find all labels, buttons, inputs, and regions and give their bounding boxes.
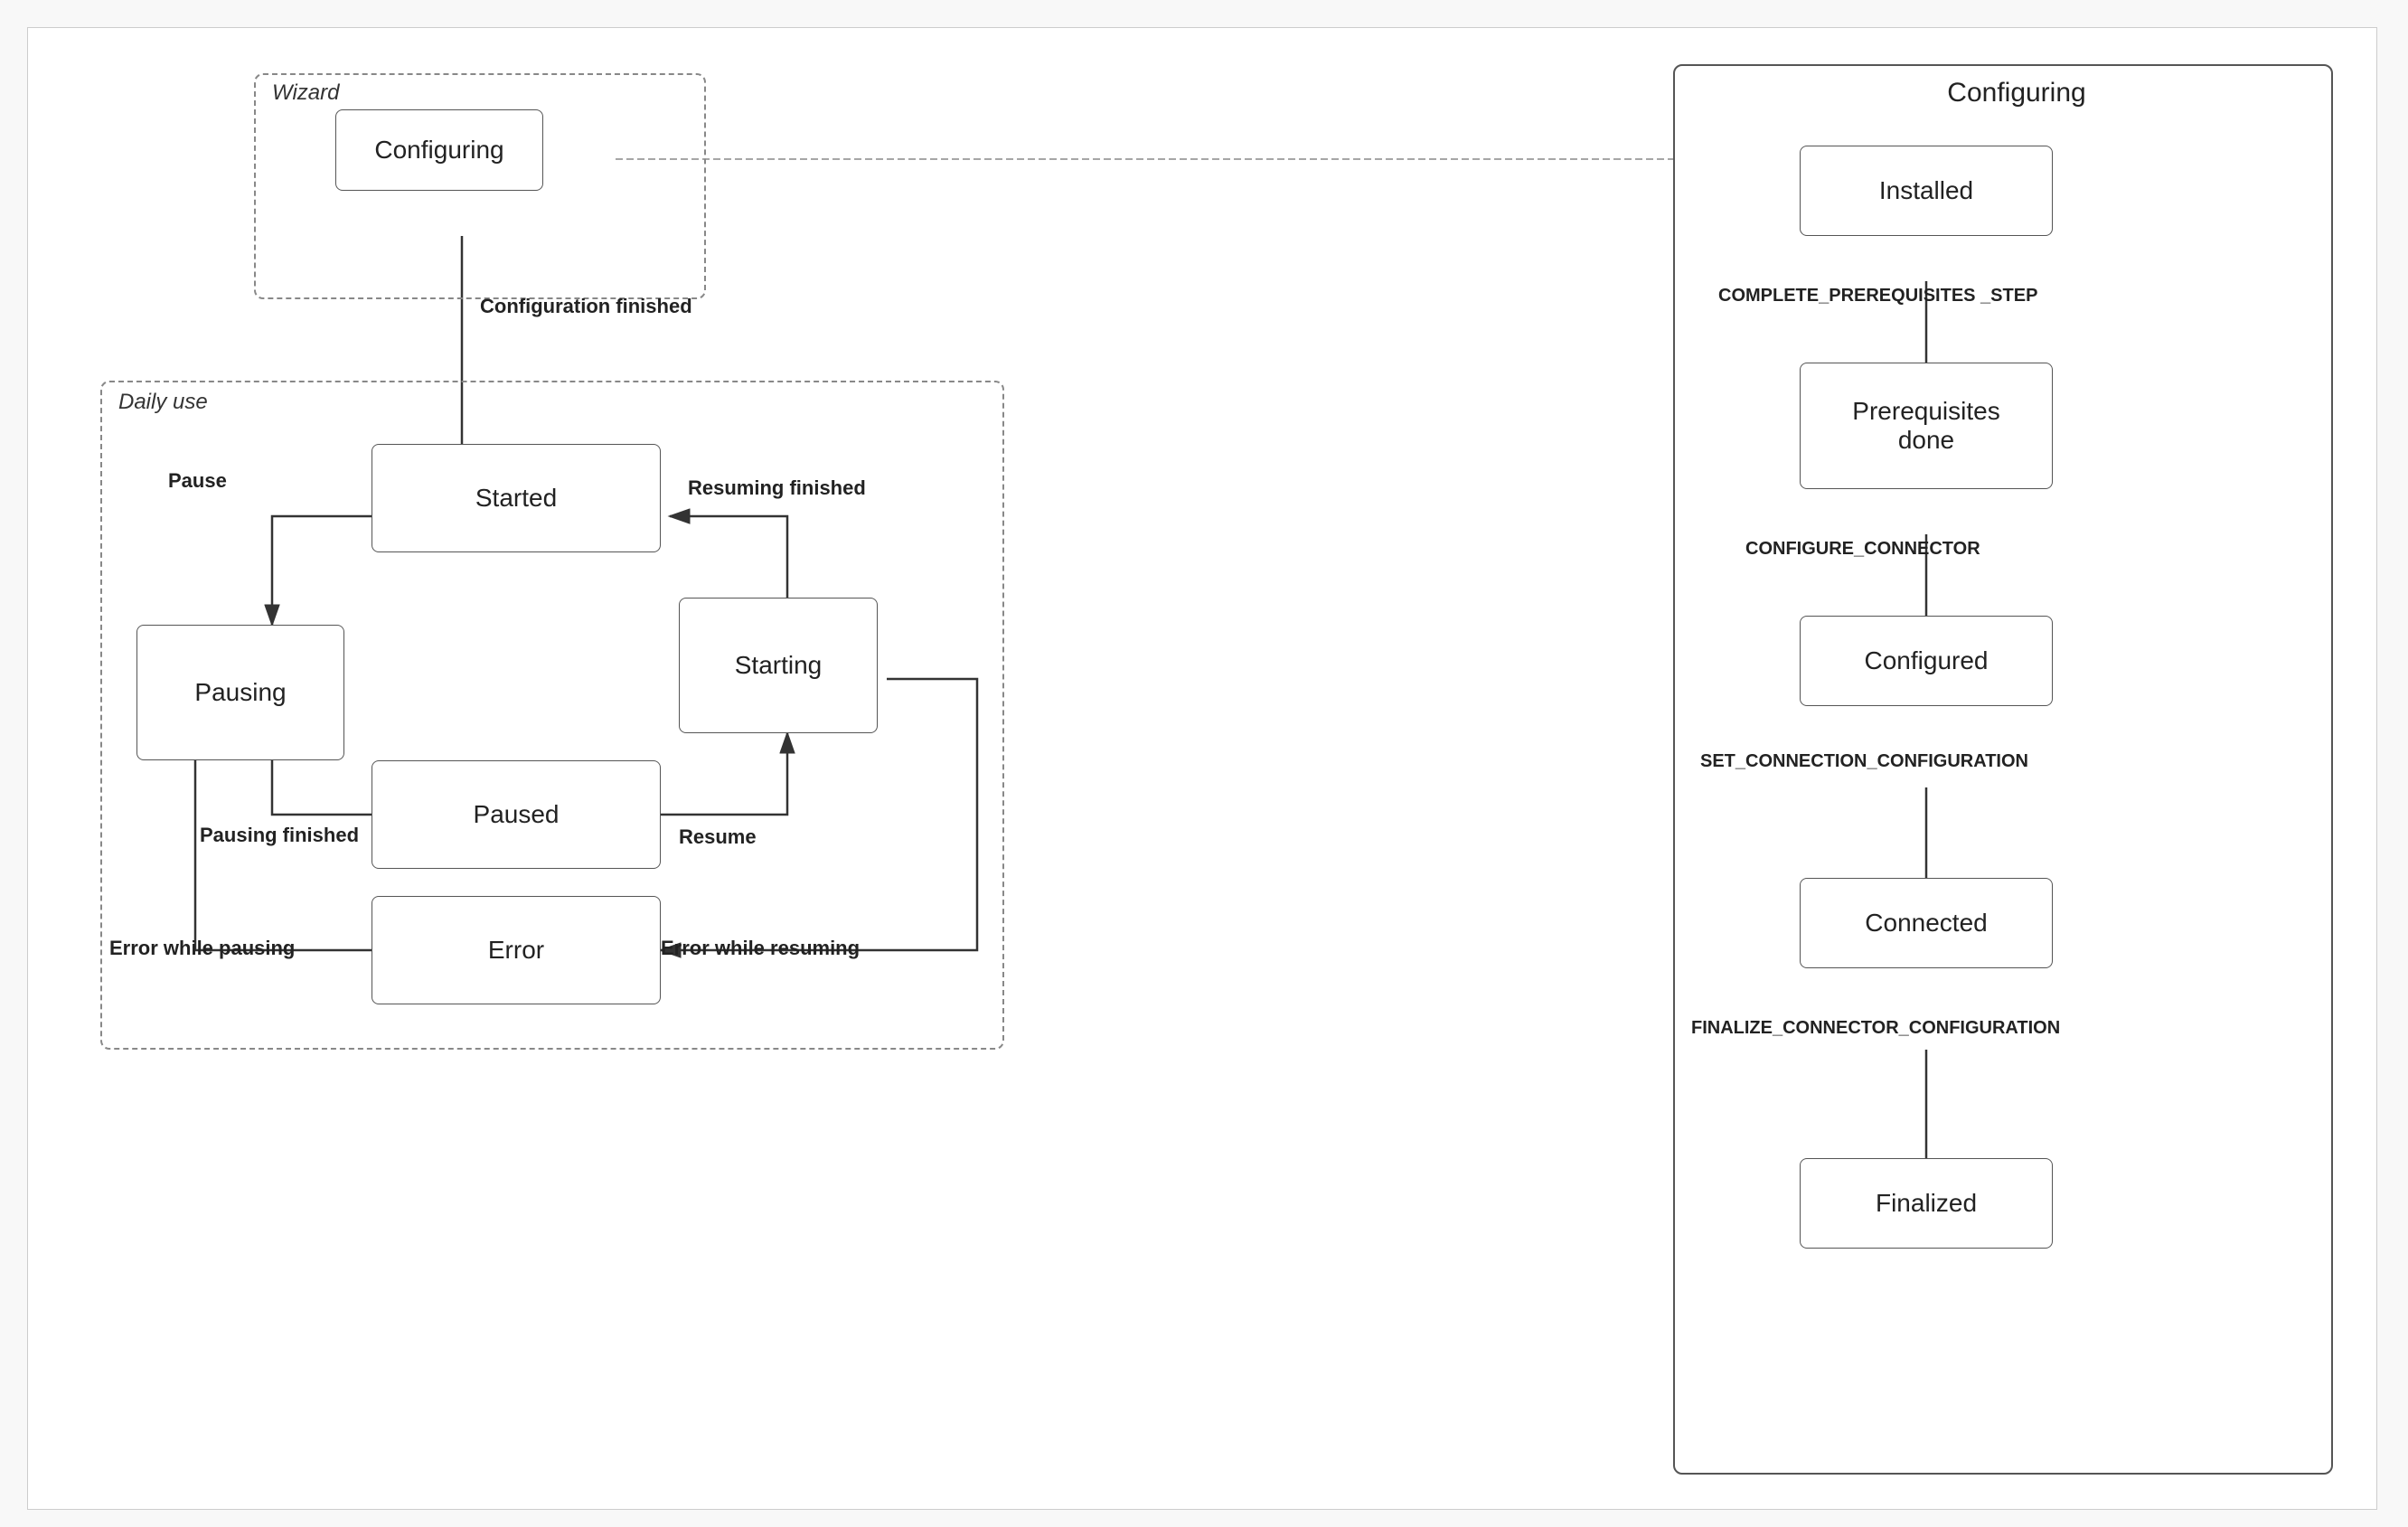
wizard-label: Wizard: [272, 80, 339, 106]
state-started: Started: [372, 444, 661, 552]
diagram-container: Wizard Configuring Daily use Configurati…: [27, 27, 2377, 1510]
label-set-connection: SET_CONNECTION_CONFIGURATION: [1700, 751, 2028, 772]
label-resume: Resume: [679, 825, 757, 849]
state-finalized: Finalized: [1800, 1158, 2053, 1249]
state-installed: Installed: [1800, 146, 2053, 236]
label-error-while-pausing: Error while pausing: [109, 937, 295, 960]
state-starting: Starting: [679, 598, 878, 733]
label-error-while-resuming: Error while resuming: [661, 937, 860, 960]
config-panel-title: Configuring: [1899, 78, 2134, 108]
state-paused: Paused: [372, 760, 661, 869]
state-prerequisites-done: Prerequisites done: [1800, 363, 2053, 489]
state-configured: Configured: [1800, 616, 2053, 706]
label-complete-prerequisites: COMPLETE_PREREQUISITES _STEP: [1718, 286, 2037, 306]
state-error: Error: [372, 896, 661, 1004]
state-connected: Connected: [1800, 878, 2053, 968]
label-pause: Pause: [168, 469, 227, 493]
label-resuming-finished: Resuming finished: [688, 476, 866, 500]
label-finalize: FINALIZE_CONNECTOR_CONFIGURATION: [1691, 1018, 2060, 1039]
label-configure-connector: CONFIGURE_CONNECTOR: [1745, 539, 1980, 560]
state-wizard-configuring: Configuring: [335, 109, 543, 191]
label-configuration-finished: Configuration finished: [480, 295, 692, 318]
state-pausing: Pausing: [136, 625, 344, 760]
label-pausing-finished: Pausing finished: [200, 824, 359, 847]
daily-use-label: Daily use: [118, 390, 208, 415]
